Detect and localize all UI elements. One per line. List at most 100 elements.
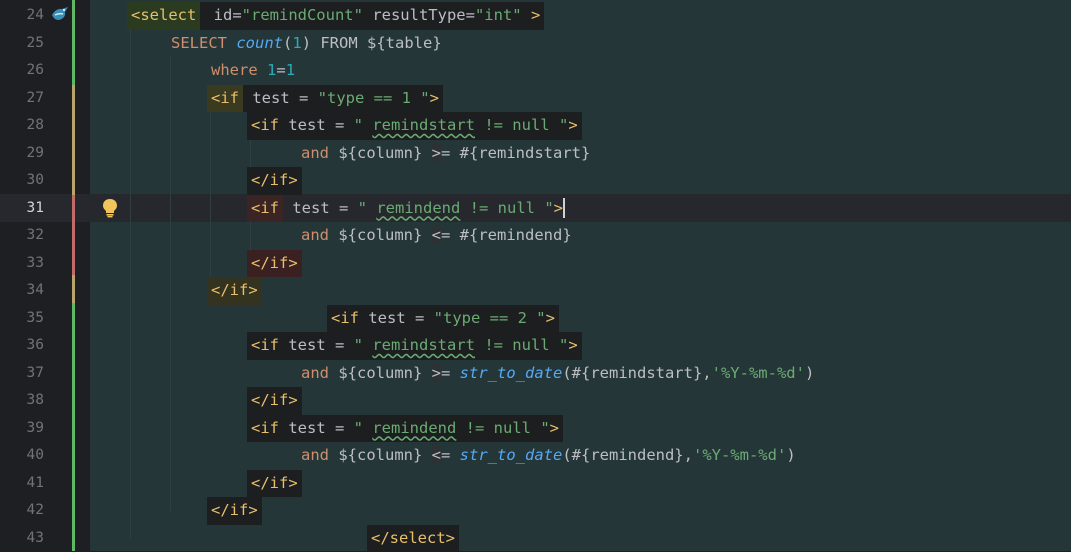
indent-guide <box>210 110 211 290</box>
xml-string: != null " <box>475 116 568 134</box>
xml-string: "int" <box>475 6 522 24</box>
line-number: 29 <box>0 140 44 168</box>
code-line-29[interactable]: and ${column} >= #{remindstart} <box>301 140 590 168</box>
code-line-43[interactable]: </select> <box>367 525 459 552</box>
sql-string: '%Y-%m-%d' <box>712 364 805 382</box>
xml-tag: > <box>546 309 555 327</box>
sql-text: = #{remindend} <box>441 226 572 244</box>
xml-tag: </if> <box>251 171 298 189</box>
line-number: 35 <box>0 305 44 333</box>
code-line-28[interactable]: <if test = " remindstart != null "> <box>247 112 582 140</box>
line-number: 25 <box>0 30 44 58</box>
line-number: 37 <box>0 360 44 388</box>
sql-function: count <box>236 34 283 52</box>
text-caret <box>563 198 565 218</box>
lightbulb-icon[interactable] <box>101 198 119 218</box>
xml-string: != null " <box>460 199 553 217</box>
xml-string: remindstart <box>372 336 475 354</box>
modified-change-bar[interactable] <box>72 85 75 195</box>
xml-tag: </if> <box>251 254 298 272</box>
xml-tag: </if> <box>251 474 298 492</box>
bird-icon[interactable] <box>50 5 70 23</box>
sql-operator: > <box>432 364 441 382</box>
xml-string: " <box>354 419 373 437</box>
line-number: 26 <box>0 57 44 85</box>
sql-function: str_to_date <box>460 446 563 464</box>
line-number: 32 <box>0 222 44 250</box>
xml-attr: test = <box>279 116 354 134</box>
sql-function: str_to_date <box>460 364 563 382</box>
code-line-32[interactable]: and ${column} <= #{remindend} <box>301 222 572 250</box>
code-line-33[interactable]: </if> <box>247 250 302 278</box>
xml-string: "type == 2 " <box>434 309 546 327</box>
sql-text: = <box>441 364 460 382</box>
xml-string: remindstart <box>372 116 475 134</box>
xml-tag: <if <box>251 199 279 217</box>
xml-string: "remindCount" <box>242 6 363 24</box>
xml-tag: <if <box>251 336 279 354</box>
xml-tag: </select> <box>371 529 455 547</box>
sql-keyword: and <box>301 446 329 464</box>
xml-attr: test = <box>243 89 318 107</box>
code-line-31[interactable]: <if test = " remindend != null "> <box>247 195 565 223</box>
sql-text: ${column} <box>329 144 432 162</box>
line-number: 38 <box>0 387 44 415</box>
xml-tag: > <box>568 336 577 354</box>
xml-tag: </if> <box>251 391 298 409</box>
indent-guide <box>130 28 131 538</box>
sql-number: 1 <box>286 61 295 79</box>
sql-operator: < <box>432 446 441 464</box>
code-line-35[interactable]: <if test = "type == 2 "> <box>327 305 559 333</box>
sql-operator: < <box>432 226 441 244</box>
sql-operator: > <box>432 144 441 162</box>
sql-text: ${column} <box>329 364 432 382</box>
xml-tag: <if <box>251 116 279 134</box>
line-number-current: 31 <box>0 195 44 223</box>
line-number: 42 <box>0 497 44 525</box>
modified-change-bar[interactable] <box>72 275 75 303</box>
xml-attr: test = <box>279 336 354 354</box>
xml-tag: > <box>554 199 563 217</box>
code-line-37[interactable]: and ${column} >= str_to_date(#{remindsta… <box>301 360 814 388</box>
xml-tag: </if> <box>211 281 258 299</box>
deleted-change-bar[interactable] <box>72 195 75 275</box>
sql-keyword: SELECT <box>171 34 236 52</box>
code-editor[interactable]: 24 25 26 27 28 29 30 31 32 33 34 35 36 3… <box>0 0 1071 551</box>
code-line-36[interactable]: <if test = " remindstart != null "> <box>247 332 582 360</box>
indent-guide <box>170 56 171 511</box>
xml-string: " <box>354 336 373 354</box>
sql-string: '%Y-%m-%d' <box>693 446 786 464</box>
xml-attr: resultType= <box>363 6 475 24</box>
sql-keyword: and <box>301 144 329 162</box>
xml-tag: <if <box>331 309 359 327</box>
code-line-42[interactable]: </if> <box>207 497 262 525</box>
added-change-bar[interactable] <box>72 0 75 85</box>
code-line-24[interactable]: <select id="remindCount" resultType="int… <box>127 2 544 30</box>
sql-number: 1 <box>267 61 276 79</box>
line-number: 24 <box>0 2 44 30</box>
line-number: 34 <box>0 277 44 305</box>
code-line-40[interactable]: and ${column} <= str_to_date(#{remindend… <box>301 442 796 470</box>
line-number: 27 <box>0 85 44 113</box>
xml-tag: <if <box>251 419 279 437</box>
xml-tag: > <box>522 6 541 24</box>
code-line-41[interactable]: </if> <box>247 470 302 498</box>
added-change-bar[interactable] <box>72 303 75 551</box>
line-number: 39 <box>0 415 44 443</box>
code-line-39[interactable]: <if test = " remindend != null "> <box>247 415 563 443</box>
xml-tag: > <box>568 116 577 134</box>
line-number: 36 <box>0 332 44 360</box>
sql-text: (#{remindend}, <box>562 446 693 464</box>
code-line-26[interactable]: where 1=1 <box>211 57 295 85</box>
code-line-25[interactable]: SELECT count(1) FROM ${table} <box>171 30 442 58</box>
xml-string: " <box>358 199 377 217</box>
sql-text: ${column} <box>329 226 432 244</box>
xml-string: " <box>354 116 373 134</box>
sql-text: = <box>276 61 285 79</box>
xml-attr: id= <box>204 6 241 24</box>
line-number: 43 <box>0 525 44 552</box>
code-line-27[interactable]: <if test = "type == 1 "> <box>207 85 443 113</box>
code-line-30[interactable]: </if> <box>247 167 302 195</box>
code-line-38[interactable]: </if> <box>247 387 302 415</box>
code-line-34[interactable]: </if> <box>207 277 262 305</box>
